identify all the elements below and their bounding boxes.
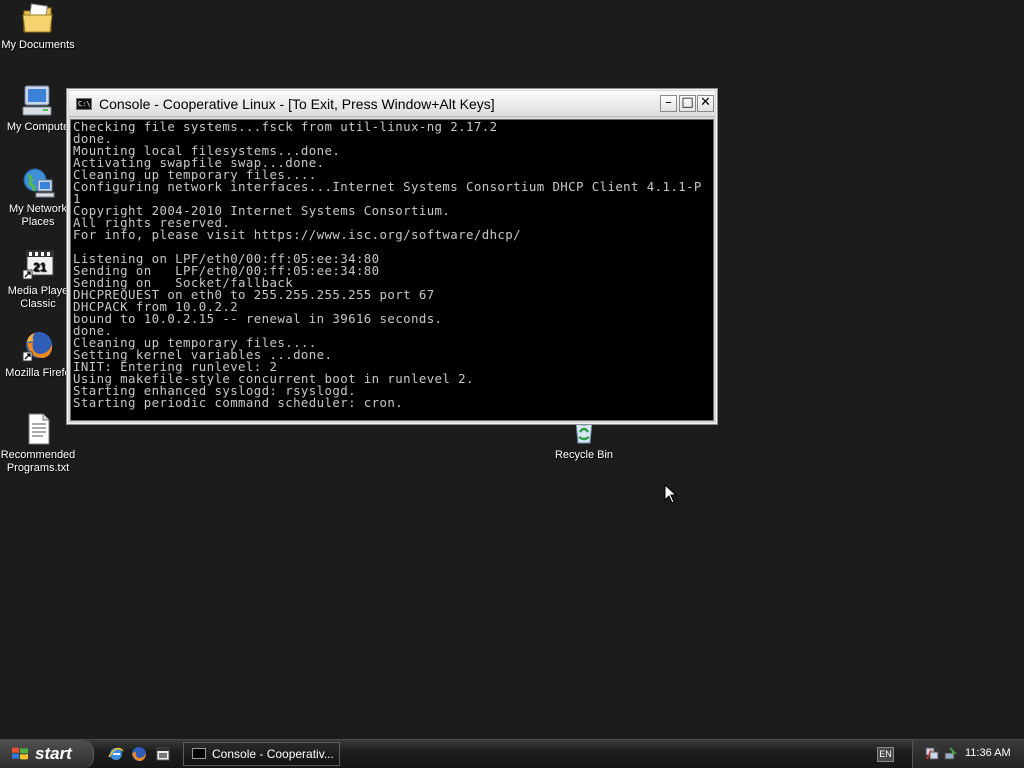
console-line: Starting periodic command scheduler: cro… — [73, 395, 404, 410]
mouse-cursor-icon — [664, 483, 678, 504]
maximize-button[interactable]: □ — [679, 95, 696, 112]
system-tray: 11:36 AM — [912, 740, 1024, 768]
taskbar-button-console[interactable]: Console - Cooperativ... — [183, 742, 340, 766]
desktop-icon-label: Recycle Bin — [554, 449, 614, 461]
network-icon[interactable] — [925, 747, 939, 761]
console-window[interactable]: C:\ Console - Cooperative Linux - [To Ex… — [66, 88, 718, 425]
desktop-icon-network-places[interactable]: My Network Places — [0, 166, 76, 229]
desktop-icon-recommended-programs[interactable]: Recommended Programs.txt — [0, 412, 76, 475]
console-app-icon — [192, 748, 206, 759]
desktop-icon-label: My Network Places — [8, 203, 68, 228]
media-player-classic-icon: 21 — [21, 248, 55, 282]
desktop-icon-label: Recommended Programs.txt — [0, 449, 76, 474]
desktop-icon-label: Media Playe Classic — [7, 285, 69, 310]
desktop-icon-my-documents[interactable]: My Documents — [0, 2, 76, 52]
windows-flag-icon — [11, 746, 29, 762]
safely-remove-hardware-icon[interactable] — [943, 747, 957, 761]
desktop-icon-my-computer[interactable]: My Compute — [0, 84, 76, 134]
console-line: bound to 10.0.2.15 -- renewal in 39616 s… — [73, 311, 443, 326]
firefox-icon — [21, 330, 55, 364]
console-line: Configuring network interfaces...Interne… — [73, 179, 702, 194]
console-line: Checking file systems...fsck from util-l… — [73, 119, 498, 134]
start-label: start — [35, 744, 72, 763]
taskbar: start Console - Cooperativ... EN 11:36 A… — [0, 739, 1024, 768]
svg-text:21: 21 — [33, 260, 47, 274]
taskbar-button-label: Console - Cooperativ... — [212, 747, 334, 761]
console-line: For info, please visit https://www.isc.o… — [73, 227, 522, 242]
close-button[interactable]: ✕ — [697, 95, 714, 112]
network-places-icon — [21, 166, 55, 200]
taskbar-clock[interactable]: 11:36 AM — [965, 747, 1011, 759]
console-app-icon[interactable]: C:\ — [76, 98, 92, 110]
text-file-icon — [21, 412, 55, 446]
desktop-icon-media-player-classic[interactable]: 21 Media Playe Classic — [0, 248, 76, 311]
minimize-button[interactable]: – — [660, 95, 677, 112]
internet-explorer-icon[interactable] — [108, 746, 124, 762]
desktop-icon-label: Mozilla Firefo — [5, 367, 71, 379]
my-computer-icon — [21, 84, 55, 118]
start-button[interactable]: start — [0, 740, 94, 768]
language-indicator[interactable]: EN — [877, 747, 894, 762]
desktop-icon-firefox[interactable]: Mozilla Firefo — [0, 330, 76, 380]
media-player-classic-icon[interactable] — [155, 746, 171, 762]
window-title: Console - Cooperative Linux - [To Exit, … — [99, 96, 495, 112]
window-titlebar[interactable]: C:\ Console - Cooperative Linux - [To Ex… — [69, 91, 715, 117]
my-documents-icon — [21, 2, 55, 36]
desktop-icon-label: My Documents — [1, 39, 75, 51]
console-output[interactable]: Checking file systems...fsck from util-l… — [70, 119, 714, 421]
desktop-icon-label: My Compute — [6, 121, 70, 133]
firefox-icon[interactable] — [131, 746, 147, 762]
